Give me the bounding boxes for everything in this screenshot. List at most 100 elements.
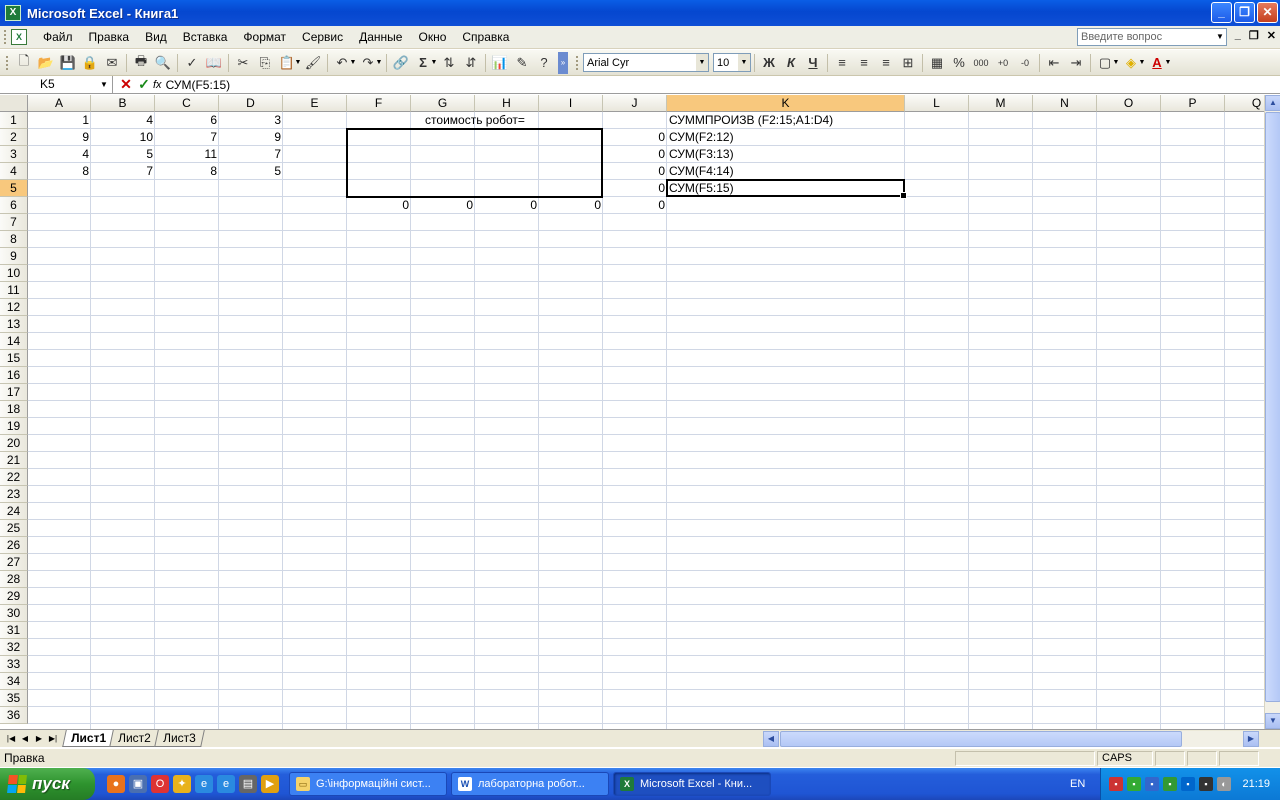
row-header-24[interactable]: 24 [0,503,28,520]
column-header-j[interactable]: J [603,95,667,112]
next-sheet-icon[interactable]: ▶ [32,734,46,743]
row-header-5[interactable]: 5 [0,180,28,197]
menu-file[interactable]: Файл [35,28,81,46]
column-header-p[interactable]: P [1161,95,1225,112]
insert-function-icon[interactable]: fx [153,79,162,91]
cell-b1[interactable]: 4 [91,112,155,129]
column-header-h[interactable]: H [475,95,539,112]
cell-k2[interactable]: СУМ(F2:12) [667,129,905,146]
spelling-icon[interactable]: ✓ [181,52,203,74]
row-header-22[interactable]: 22 [0,469,28,486]
sheet-tab-2[interactable]: Лист2 [109,730,160,747]
cell-j4[interactable]: 0 [603,163,667,180]
italic-button[interactable]: К [780,52,802,74]
tray-icon[interactable]: ▪ [1145,777,1159,791]
toolbar-grip[interactable] [576,55,579,70]
cell-a4[interactable]: 8 [28,163,91,180]
formula-input[interactable]: СУМ(F5:15) [166,78,231,92]
undo-dropdown-icon[interactable]: ▼ [349,59,357,66]
doc-minimize-button[interactable]: _ [1235,29,1241,42]
cell-j2[interactable]: 0 [603,129,667,146]
column-header-o[interactable]: O [1097,95,1161,112]
drawing-icon[interactable]: ✎ [511,52,533,74]
menu-view[interactable]: Вид [137,28,175,46]
cell-b4[interactable]: 7 [91,163,155,180]
row-header-17[interactable]: 17 [0,384,28,401]
align-center-icon[interactable]: ≡ [853,52,875,74]
firefox-icon[interactable]: ● [107,775,125,793]
column-header-m[interactable]: M [969,95,1033,112]
cell-j5[interactable]: 0 [603,180,667,197]
sheet-tab-1[interactable]: Лист1 [62,730,115,747]
internet-explorer-icon[interactable]: e [195,775,213,793]
cell-a3[interactable]: 4 [28,146,91,163]
row-header-28[interactable]: 28 [0,571,28,588]
font-size-select[interactable]: 10 ▼ [713,53,751,72]
cell-d1[interactable]: 3 [219,112,283,129]
menu-help[interactable]: Справка [454,28,517,46]
format-painter-icon[interactable]: 🖌 [302,52,324,74]
copy-icon[interactable]: ⎘ [254,52,276,74]
cell-g1[interactable]: стоимость робот= [347,112,603,129]
cell-c3[interactable]: 11 [155,146,219,163]
start-button[interactable]: пуск [0,768,95,800]
close-button[interactable]: ✕ [1257,2,1278,23]
row-header-34[interactable]: 34 [0,673,28,690]
menu-tools[interactable]: Сервис [294,28,351,46]
document-icon[interactable]: X [11,29,27,45]
sort-descending-icon[interactable]: ⇵ [460,52,482,74]
column-header-n[interactable]: N [1033,95,1097,112]
last-sheet-icon[interactable]: ▶| [46,734,60,743]
hyperlink-icon[interactable]: 🔗 [390,52,412,74]
save-icon[interactable]: 💾 [57,52,79,74]
taskbar-item-explorer[interactable]: ▭ G:\інформаційні сист... [289,772,447,796]
toolbar-grip[interactable] [6,55,9,70]
row-header-36[interactable]: 36 [0,707,28,724]
sheet-tab-3[interactable]: Лист3 [153,730,205,747]
column-header-b[interactable]: B [91,95,155,112]
vertical-scroll-thumb[interactable] [1265,112,1280,702]
print-preview-icon[interactable]: 🔍 [152,52,174,74]
row-header-31[interactable]: 31 [0,622,28,639]
scroll-up-icon[interactable]: ▲ [1265,95,1280,111]
scroll-right-icon[interactable]: ▶ [1243,731,1259,747]
row-header-19[interactable]: 19 [0,418,28,435]
scroll-down-icon[interactable]: ▼ [1265,713,1280,729]
cell-c2[interactable]: 7 [155,129,219,146]
borders-dropdown-icon[interactable]: ▼ [1112,59,1120,66]
name-box[interactable]: K5 ▼ [0,76,113,93]
cell-d4[interactable]: 5 [219,163,283,180]
taskbar-item-word[interactable]: W лабораторна робот... [451,772,609,796]
email-icon[interactable]: ✉ [101,52,123,74]
menu-edit[interactable]: Правка [81,28,138,46]
thousands-button[interactable]: 000 [970,52,992,74]
cell-k3[interactable]: СУМ(F3:13) [667,146,905,163]
print-icon[interactable]: 🖶 [130,52,152,74]
column-header-d[interactable]: D [219,95,283,112]
cell-d3[interactable]: 7 [219,146,283,163]
enter-icon[interactable]: ✓ [135,76,153,93]
active-cell-cursor[interactable] [666,179,907,199]
menu-grip[interactable] [4,30,7,44]
first-sheet-icon[interactable]: |◀ [4,734,18,743]
menu-window[interactable]: Окно [410,28,454,46]
cell-b3[interactable]: 5 [91,146,155,163]
column-header-a[interactable]: A [28,95,91,112]
chevron-down-icon[interactable]: ▼ [738,54,750,71]
row-header-18[interactable]: 18 [0,401,28,418]
increase-indent-icon[interactable]: ⇥ [1065,52,1087,74]
row-header-26[interactable]: 26 [0,537,28,554]
column-header-k[interactable]: K [667,95,905,112]
align-left-icon[interactable]: ≡ [831,52,853,74]
help-icon[interactable]: ? [533,52,555,74]
sort-ascending-icon[interactable]: ⇅ [438,52,460,74]
ask-question-input[interactable]: Введите вопрос ▼ [1077,28,1227,46]
menu-format[interactable]: Формат [235,28,294,46]
cell-j6[interactable]: 0 [603,197,667,214]
toolbar-options-icon[interactable]: » [558,51,568,74]
row-header-29[interactable]: 29 [0,588,28,605]
row-header-15[interactable]: 15 [0,350,28,367]
chevron-down-icon[interactable]: ▼ [98,76,110,93]
new-document-icon[interactable]: 🗋 [13,52,35,74]
column-header-e[interactable]: E [283,95,347,112]
